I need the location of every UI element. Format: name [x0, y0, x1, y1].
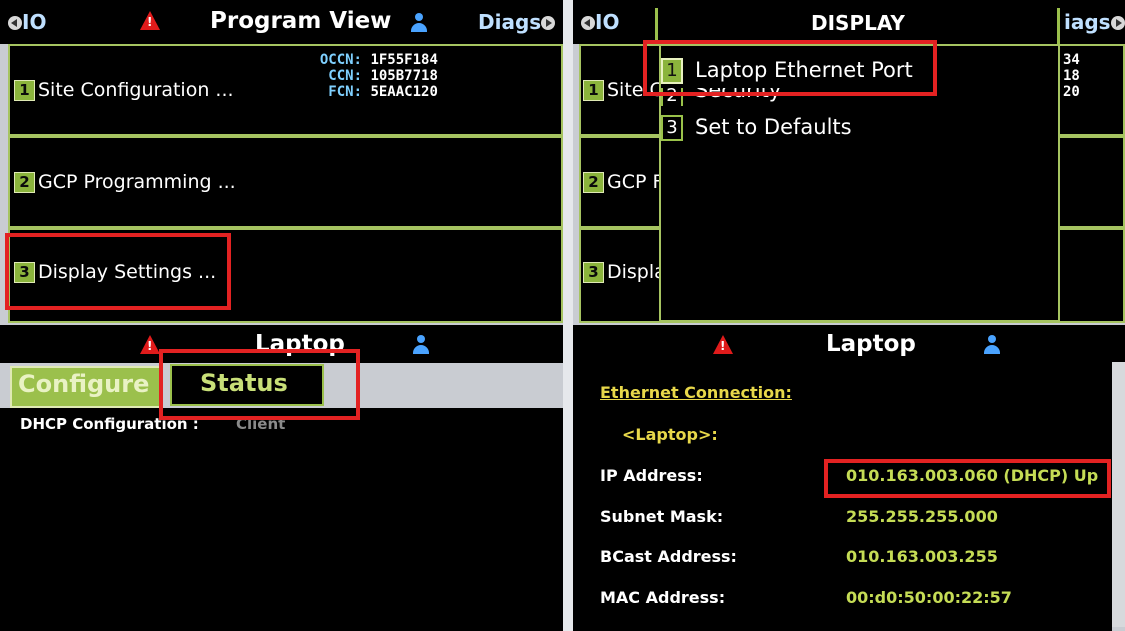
row-number: 3 — [583, 262, 604, 283]
bcast-address-value: 010.163.003.255 — [846, 547, 998, 566]
diags-button[interactable]: Diags — [478, 10, 556, 34]
display-titlebar: IO DISPLAY iags — [573, 0, 1125, 44]
mac-address-value: 00:d0:50:00:22:57 — [846, 588, 1012, 607]
io-button[interactable]: IO — [8, 10, 46, 34]
row-label: Site Configuration ... — [38, 79, 234, 101]
ip-address-label: IP Address: — [600, 466, 703, 485]
ethernet-connection-heading: Ethernet Connection: — [600, 383, 792, 402]
arrow-right-icon — [1110, 16, 1125, 30]
row-label: GCP Programming ... — [38, 171, 236, 193]
mac-address-label: MAC Address: — [600, 588, 726, 607]
gcp-programming-row[interactable]: 2 GCP Programming ... — [8, 136, 563, 228]
user-icon — [983, 335, 1001, 355]
bcast-address-label: BCast Address: — [600, 547, 737, 566]
warning-icon — [713, 335, 733, 354]
warning-icon — [140, 335, 160, 354]
checksum-block: 34 18 20 — [1063, 52, 1080, 100]
subnet-mask-value: 255.255.255.000 — [846, 507, 998, 526]
warning-icon — [140, 11, 160, 30]
divider — [1057, 8, 1060, 44]
highlight-display-settings — [5, 233, 231, 310]
subnet-mask-label: Subnet Mask: — [600, 507, 724, 526]
menu-item-set-to-defaults[interactable]: 3 Set to Defaults — [661, 115, 852, 141]
row-number: 2 — [14, 172, 35, 193]
page-title: DISPLAY — [811, 11, 905, 35]
arrow-right-icon — [541, 16, 556, 30]
user-icon — [410, 13, 428, 33]
row-number: 1 — [14, 80, 35, 101]
tab-configure[interactable]: Configure — [10, 366, 162, 408]
io-button[interactable]: IO — [581, 10, 619, 34]
highlight-status-tab — [159, 349, 360, 420]
highlight-ip-address — [824, 459, 1111, 498]
diags-button[interactable]: iags — [1064, 10, 1125, 34]
program-view-pane: IO Program View Diags 1Site Configuratio… — [0, 0, 563, 631]
status-content: DHCP Configuration : Client — [0, 408, 563, 631]
row-number: 2 — [583, 172, 604, 193]
highlight-laptop-ethernet-port — [643, 40, 937, 96]
row-number: 1 — [583, 80, 604, 101]
laptop-titlebar: Laptop — [573, 325, 1125, 363]
program-view-titlebar: IO Program View Diags — [0, 0, 563, 44]
user-icon — [412, 335, 430, 355]
scrollbar[interactable] — [1112, 362, 1125, 627]
site-configuration-row[interactable]: 1 Site Configuration ... OCCN: 1F55F184 C… — [8, 44, 563, 136]
display-pane: IO DISPLAY iags 1 Site C 34 18 20 2 GCP F … — [573, 0, 1125, 631]
page-title: Program View — [210, 8, 392, 34]
arrow-left-icon — [581, 16, 595, 30]
divider — [655, 8, 658, 44]
device-label: <Laptop>: — [622, 425, 718, 444]
checksum-block: OCCN: 1F55F184 CCN: 105B7718 FCN: 5EAAC1… — [319, 52, 438, 100]
pane-separator — [563, 0, 573, 631]
arrow-left-icon — [8, 16, 22, 30]
laptop-title: Laptop — [826, 331, 916, 357]
